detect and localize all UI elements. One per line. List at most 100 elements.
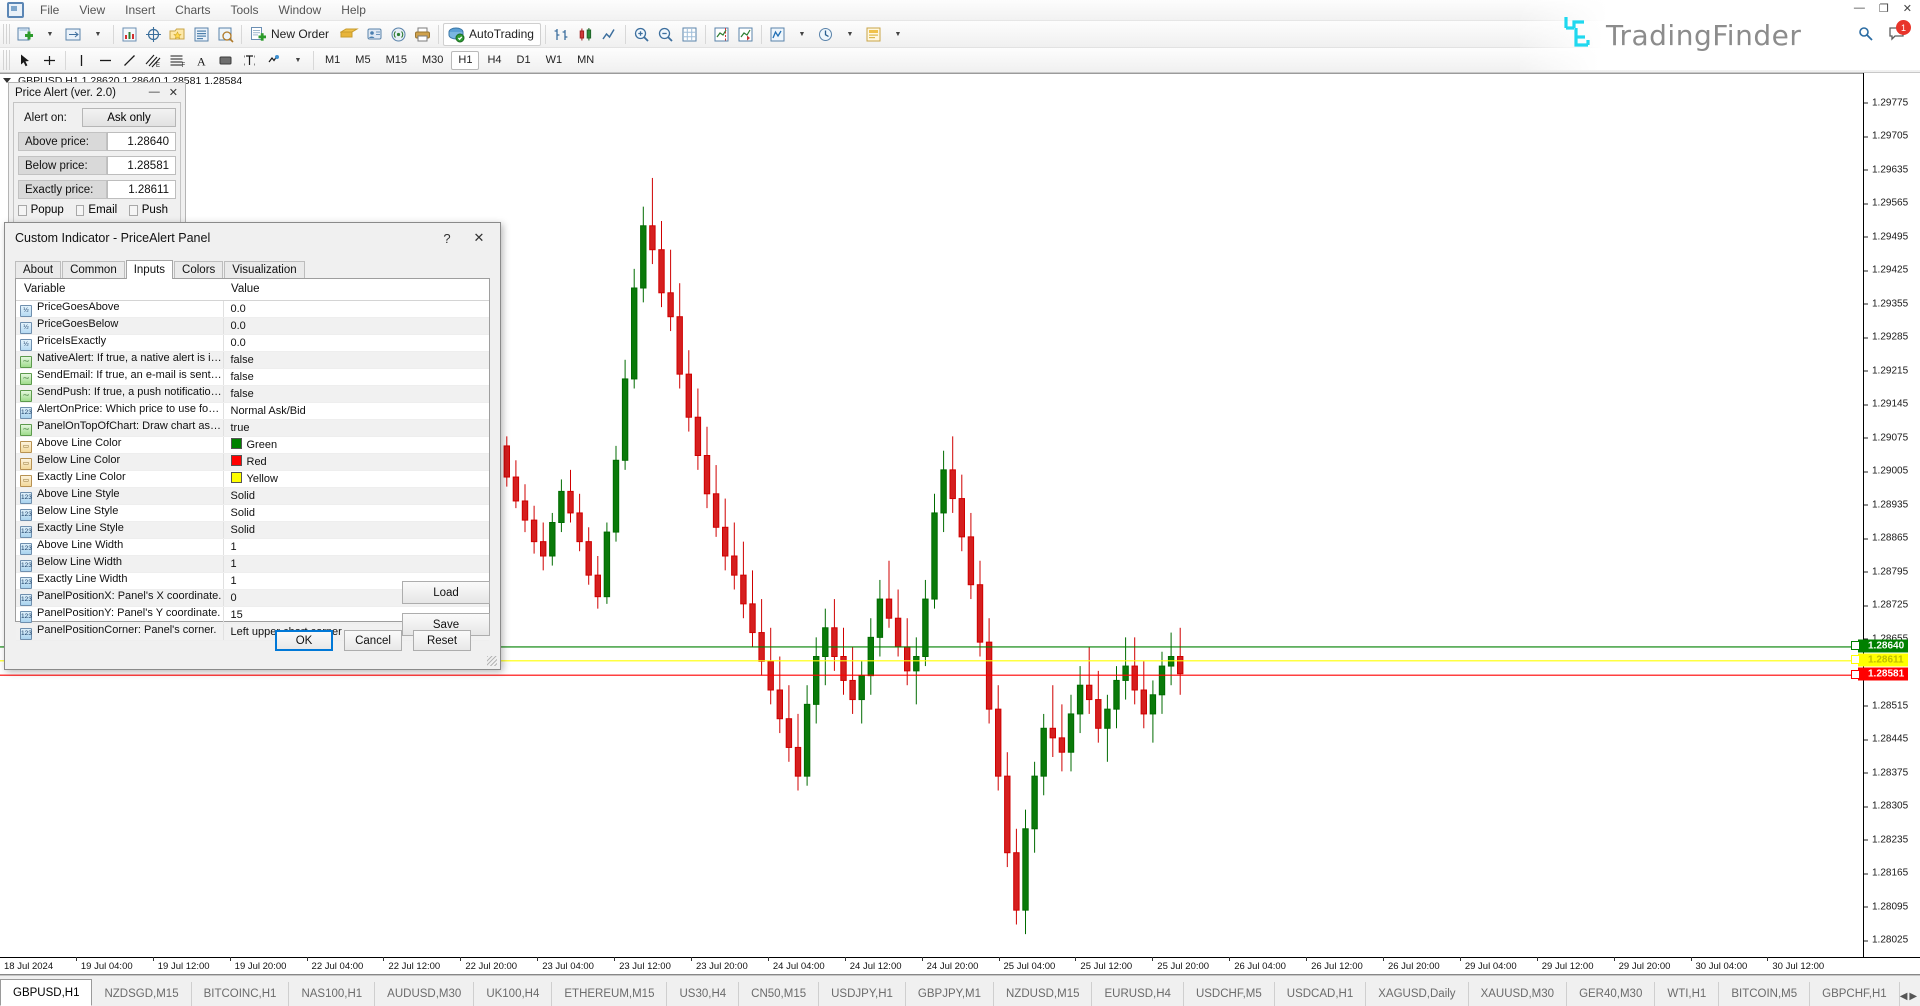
print-icon[interactable] — [411, 23, 434, 46]
input-value-cell[interactable]: false — [223, 368, 489, 385]
dialog-tab-about[interactable]: About — [15, 261, 61, 278]
chart-shift-icon[interactable] — [710, 23, 733, 46]
input-value-cell[interactable]: true — [223, 419, 489, 436]
chart-tab-bitcoinc-h1[interactable]: BITCOINC,H1 — [192, 982, 290, 1006]
inputs-row[interactable]: ▭Below Line ColorRed — [16, 453, 489, 470]
menu-item-tools[interactable]: Tools — [221, 1, 269, 19]
chart-tab-nas100-h1[interactable]: NAS100,H1 — [289, 982, 375, 1006]
email-checkbox[interactable] — [76, 205, 85, 216]
reset-button[interactable]: Reset — [413, 630, 471, 651]
timeframe-m30[interactable]: M30 — [415, 51, 450, 70]
toolbar-grip[interactable] — [3, 24, 10, 44]
profiles-button[interactable] — [62, 23, 85, 46]
timeframe-d1[interactable]: D1 — [510, 51, 538, 70]
input-value-cell[interactable]: false — [223, 385, 489, 402]
price-alert-minimize[interactable]: — — [149, 86, 160, 99]
data-window-icon[interactable] — [142, 23, 165, 46]
load-button[interactable]: Load — [402, 581, 490, 604]
inputs-row[interactable]: ▭Above Line ColorGreen — [16, 436, 489, 453]
chart-tab-bitcoin-m5[interactable]: BITCOIN,M5 — [1719, 982, 1810, 1006]
signals-icon[interactable] — [387, 23, 410, 46]
mql-community-icon[interactable] — [363, 23, 386, 46]
dialog-tab-colors[interactable]: Colors — [174, 261, 223, 278]
inputs-row[interactable]: 123Below Line Width1 — [16, 555, 489, 572]
vertical-line-icon[interactable] — [70, 49, 93, 72]
input-value-cell[interactable]: Solid — [223, 521, 489, 538]
arrows-icon[interactable] — [262, 49, 285, 72]
level-handle[interactable] — [1851, 641, 1860, 650]
menu-item-file[interactable]: File — [30, 1, 69, 19]
inputs-row[interactable]: 123Exactly Line StyleSolid — [16, 521, 489, 538]
inputs-table-pane[interactable]: Variable Value ½PriceGoesAbove0.0½PriceG… — [15, 278, 490, 622]
level-handle[interactable] — [1851, 655, 1860, 664]
chart-tab-nzdsgd-m15[interactable]: NZDSGD,M15 — [92, 982, 191, 1006]
chart-tab-xagusd-daily[interactable]: XAGUSD,Daily — [1366, 982, 1468, 1006]
alert-on-value-button[interactable]: Ask only — [82, 108, 176, 127]
new-chart-button[interactable] — [14, 23, 37, 46]
new-order-button[interactable]: New Order — [246, 23, 336, 46]
input-value-cell[interactable]: Normal Ask/Bid — [223, 402, 489, 419]
timeframe-m15[interactable]: M15 — [379, 51, 414, 70]
inputs-row[interactable]: ⁓PanelOnTopOfChart: Draw chart as bac...… — [16, 419, 489, 436]
autotrading-button[interactable]: AutoTrading — [443, 23, 541, 46]
chart-tab-audusd-m30[interactable]: AUDUSD,M30 — [375, 982, 474, 1006]
push-checkbox[interactable] — [129, 205, 138, 216]
chart-tab-ethereum-m15[interactable]: ETHEREUM,M15 — [552, 982, 667, 1006]
bar-chart-icon[interactable] — [550, 23, 573, 46]
timeframe-h4[interactable]: H4 — [480, 51, 508, 70]
input-value-cell[interactable]: 0.0 — [223, 300, 489, 317]
popup-checkbox[interactable] — [18, 205, 27, 216]
chart-tab-cn50-m15[interactable]: CN50,M15 — [739, 982, 819, 1006]
input-value-cell[interactable]: 0.0 — [223, 334, 489, 351]
close-button[interactable]: ✕ — [1903, 2, 1912, 15]
timeframe-m1[interactable]: M1 — [318, 51, 347, 70]
arrows-dropdown[interactable]: ▼ — [286, 49, 309, 72]
tab-scroll-right-icon[interactable]: ▶ — [1909, 991, 1917, 1002]
chart-tab-uk100-h4[interactable]: UK100,H4 — [474, 982, 552, 1006]
input-value-cell[interactable]: 0.0 — [223, 317, 489, 334]
indicators-icon[interactable] — [766, 23, 789, 46]
market-watch-icon[interactable] — [118, 23, 141, 46]
fibonacci-icon[interactable]: F — [166, 49, 189, 72]
minimize-button[interactable]: — — [1854, 2, 1865, 15]
trendline-icon[interactable] — [118, 49, 141, 72]
menu-item-window[interactable]: Window — [269, 1, 332, 19]
inputs-row[interactable]: 123AlertOnPrice: Which price to use for … — [16, 402, 489, 419]
line-chart-icon[interactable] — [598, 23, 621, 46]
inputs-row[interactable]: ⁓NativeAlert: If true, a native alert is… — [16, 351, 489, 368]
zoom-in-icon[interactable] — [630, 23, 653, 46]
profiles-dropdown[interactable]: ▼ — [86, 23, 109, 46]
input-value-cell[interactable]: Yellow — [223, 470, 489, 487]
custom-indicator-dialog[interactable]: Custom Indicator - PriceAlert Panel ? ✕ … — [4, 222, 501, 670]
label-icon[interactable] — [214, 49, 237, 72]
grid-toggle-icon[interactable] — [678, 23, 701, 46]
inputs-row[interactable]: ⁓SendEmail: If true, an e-mail is sent t… — [16, 368, 489, 385]
inputs-row[interactable]: ⁓SendPush: If true, a push notification … — [16, 385, 489, 402]
ok-button[interactable]: OK — [275, 630, 333, 651]
cancel-button[interactable]: Cancel — [344, 630, 402, 651]
chart-tab-us30-h4[interactable]: US30,H4 — [667, 982, 739, 1006]
chart-tab-wti-h1[interactable]: WTI,H1 — [1655, 982, 1719, 1006]
text-icon[interactable]: A — [190, 49, 213, 72]
inputs-row[interactable]: 123Below Line StyleSolid — [16, 504, 489, 521]
dialog-help-button[interactable]: ? — [432, 225, 462, 251]
chart-tab-gbpjpy-m1[interactable]: GBPJPY,M1 — [906, 982, 994, 1006]
price-alert-panel[interactable]: Price Alert (ver. 2.0) — ✕ Alert on: Ask… — [8, 82, 186, 229]
wallet-icon[interactable] — [337, 23, 362, 46]
cursor-icon[interactable] — [14, 49, 37, 72]
timeframe-mn[interactable]: MN — [570, 51, 601, 70]
tab-scroll-left-icon[interactable]: ◀ — [1900, 991, 1908, 1002]
dialog-tab-inputs[interactable]: Inputs — [126, 260, 173, 279]
notifications-icon[interactable]: 1 — [1888, 26, 1906, 47]
input-value-cell[interactable]: false — [223, 351, 489, 368]
text-label-icon[interactable] — [238, 49, 261, 72]
chart-tab-xauusd-m30[interactable]: XAUUSD,M30 — [1469, 982, 1568, 1006]
templates-icon[interactable] — [862, 23, 885, 46]
chart-tab-usdchf-m5[interactable]: USDCHF,M5 — [1184, 982, 1275, 1006]
price-scale[interactable]: 1.297751.297051.296351.295651.294951.294… — [1863, 73, 1920, 957]
inputs-row[interactable]: ½PriceIsExactly0.0 — [16, 334, 489, 351]
menu-item-charts[interactable]: Charts — [165, 1, 220, 19]
templates-dropdown[interactable]: ▼ — [886, 23, 909, 46]
menu-item-insert[interactable]: Insert — [115, 1, 165, 19]
chart-tab-nzdusd-m15[interactable]: NZDUSD,M15 — [994, 982, 1092, 1006]
